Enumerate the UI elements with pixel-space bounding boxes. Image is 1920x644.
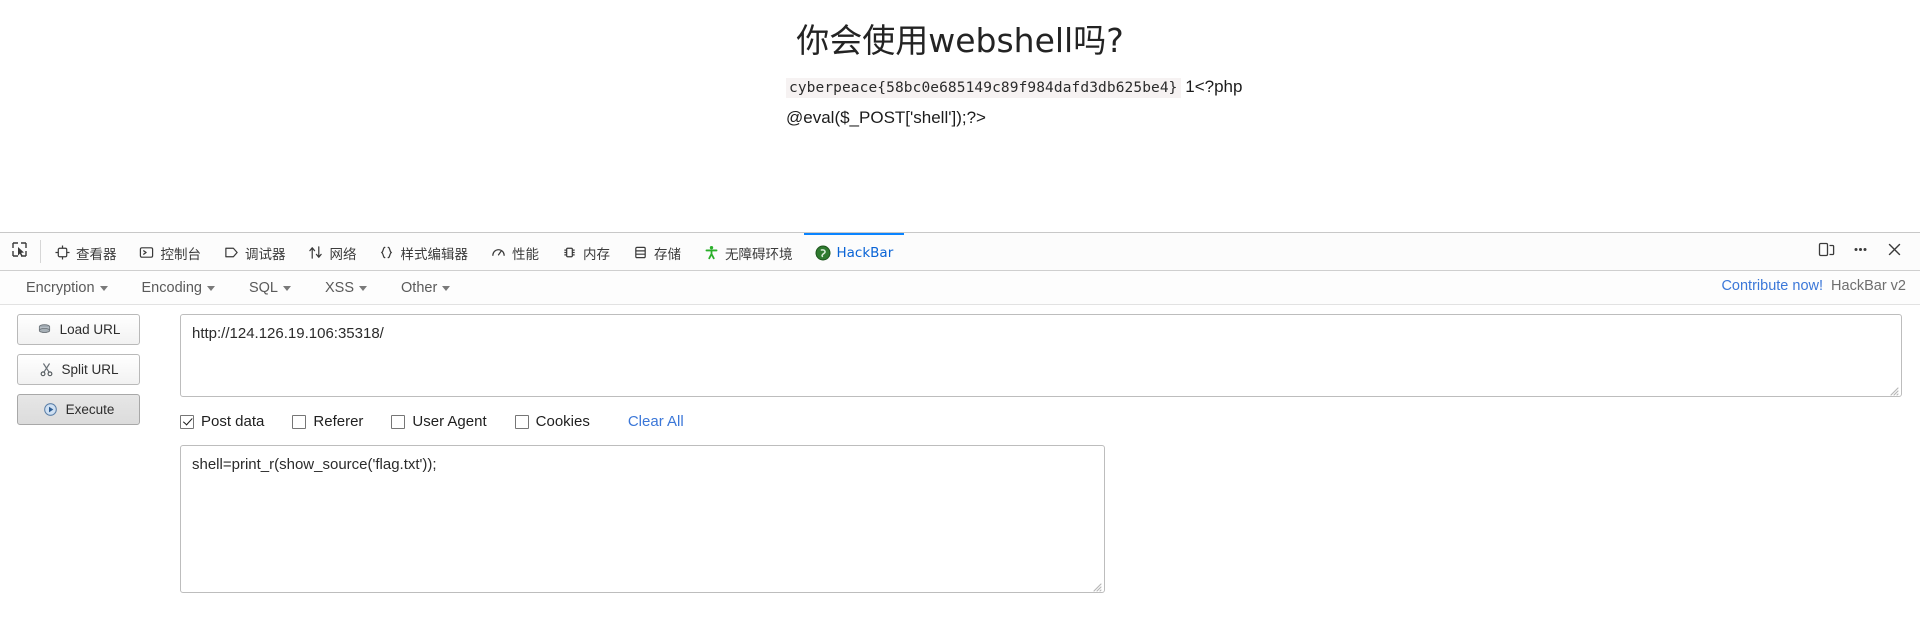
responsive-design-icon: [1818, 241, 1835, 263]
tab-label: 样式编辑器: [400, 246, 469, 263]
network-icon: [308, 245, 324, 261]
checkbox-label: User Agent: [412, 413, 487, 430]
chevron-down-icon: [442, 286, 451, 291]
chevron-down-icon: [283, 286, 291, 291]
devtools-close-button[interactable]: [1878, 237, 1910, 267]
tab-memory[interactable]: 内存: [550, 233, 621, 270]
checkbox-box: [292, 414, 307, 429]
hackbar-icon: [815, 245, 831, 261]
menu-other[interactable]: Other: [391, 278, 460, 298]
menu-label: Encoding: [141, 279, 202, 296]
performance-icon: [490, 245, 506, 261]
execute-icon: [43, 402, 59, 418]
tab-label: 性能: [512, 246, 539, 263]
tab-label: 调试器: [245, 246, 286, 263]
tab-label: 控制台: [160, 246, 202, 263]
tab-network[interactable]: 网络: [297, 233, 368, 270]
toolbar-divider: [40, 240, 41, 263]
hackbar-menu-bar: Encryption Encoding SQL XSS Other Contri…: [0, 271, 1920, 305]
tab-label: HackBar: [836, 244, 894, 261]
checkbox-user-agent[interactable]: User Agent: [391, 413, 487, 430]
tab-label: 内存: [583, 246, 610, 263]
checkbox-cookies[interactable]: Cookies: [514, 413, 590, 430]
tab-console[interactable]: 控制台: [128, 233, 213, 270]
checkbox-box: [514, 414, 529, 429]
tab-accessibility[interactable]: 无障碍环境: [692, 233, 804, 270]
tab-hackbar[interactable]: HackBar: [803, 233, 905, 270]
menu-encryption[interactable]: Encryption: [16, 278, 118, 298]
chevron-down-icon: [99, 286, 108, 291]
split-url-icon: [38, 362, 54, 378]
url-input[interactable]: [180, 314, 1902, 397]
meatball-menu-icon: [1852, 241, 1869, 263]
close-icon: [1886, 241, 1903, 263]
page-title: 你会使用webshell吗?: [796, 21, 1124, 60]
flag-text: cyberpeace{58bc0e685149c89f984dafd3db625…: [786, 78, 1181, 98]
checkbox-box: [180, 414, 194, 429]
console-icon: [139, 245, 155, 261]
menu-label: Encryption: [26, 279, 95, 296]
rendered-page-content: 你会使用webshell吗? cyberpeace{58bc0e685149c8…: [0, 0, 1920, 232]
hackbar-action-buttons: Load URL Split URL Execute: [17, 314, 140, 425]
chevron-down-icon: [359, 286, 368, 291]
execute-button[interactable]: Execute: [17, 394, 140, 425]
devtools-meatball-menu-button[interactable]: [1844, 237, 1876, 267]
memory-icon: [561, 245, 577, 261]
split-url-button[interactable]: Split URL: [17, 354, 140, 385]
devtools-toolbar-actions: [1810, 233, 1920, 270]
accessibility-icon: [703, 245, 719, 261]
menu-label: XSS: [325, 279, 355, 296]
load-url-icon: [37, 322, 53, 338]
tab-debugger[interactable]: 调试器: [212, 233, 297, 270]
tab-label: 查看器: [76, 246, 117, 263]
checkbox-box: [391, 414, 406, 429]
storage-icon: [632, 245, 648, 261]
tab-style-editor[interactable]: 样式编辑器: [368, 233, 480, 270]
php-snippet-line1: 1<?php: [1185, 77, 1243, 96]
devtools-toolbar: 查看器 控制台 调试器 网络 样式编辑器 性能 内存 存储 无障碍环境 Hack…: [0, 233, 1920, 271]
devtools-tab-list: 查看器 控制台 调试器 网络 样式编辑器 性能 内存 存储 无障碍环境 Hack…: [43, 233, 1810, 270]
load-url-button[interactable]: Load URL: [17, 314, 140, 345]
devtools-panel: 查看器 控制台 调试器 网络 样式编辑器 性能 内存 存储 无障碍环境 Hack…: [0, 232, 1920, 644]
checkbox-label: Post data: [201, 413, 265, 430]
tab-label: 网络: [329, 246, 357, 263]
tab-label: 无障碍环境: [725, 246, 793, 263]
menu-sql[interactable]: SQL: [239, 278, 301, 298]
tab-label: 存储: [654, 246, 681, 263]
button-label: Execute: [65, 402, 115, 417]
button-label: Split URL: [61, 362, 119, 377]
menu-xss[interactable]: XSS: [315, 278, 377, 298]
url-input-container: [180, 314, 1902, 397]
button-label: Load URL: [59, 322, 121, 337]
debugger-icon: [223, 245, 239, 261]
element-picker-button[interactable]: [0, 233, 38, 270]
menu-encoding[interactable]: Encoding: [132, 278, 225, 298]
contribute-link[interactable]: Contribute now!: [1721, 278, 1823, 294]
responsive-design-mode-button[interactable]: [1810, 237, 1842, 267]
menu-label: Other: [401, 279, 438, 296]
checkbox-label: Cookies: [535, 413, 590, 430]
page-body-text: cyberpeace{58bc0e685149c89f984dafd3db625…: [786, 72, 1266, 132]
menu-label: SQL: [248, 279, 278, 296]
tab-performance[interactable]: 性能: [479, 233, 550, 270]
checkbox-referer[interactable]: Referer: [292, 413, 363, 430]
hackbar-options-row: Post data Referer User Agent Cookies Cle…: [180, 413, 684, 430]
php-snippet-line2: @eval($_POST['shell']);?>: [786, 108, 986, 127]
chevron-down-icon: [206, 286, 215, 291]
hackbar-version-label: HackBar v2: [1831, 278, 1906, 294]
clear-all-link[interactable]: Clear All: [628, 413, 684, 430]
tab-storage[interactable]: 存储: [621, 233, 692, 270]
checkbox-label: Referer: [313, 413, 364, 430]
post-data-container: [180, 445, 1105, 593]
inspector-icon: [54, 245, 70, 261]
style-editor-icon: [379, 245, 395, 261]
hackbar-contribute-area: Contribute now! HackBar v2: [1721, 278, 1906, 294]
hackbar-body: Load URL Split URL Execute http://124.12…: [0, 305, 1920, 643]
tab-inspector[interactable]: 查看器: [43, 233, 128, 270]
checkbox-post-data[interactable]: Post data: [180, 413, 264, 430]
element-picker-icon: [11, 241, 28, 263]
post-data-input[interactable]: [180, 445, 1105, 593]
